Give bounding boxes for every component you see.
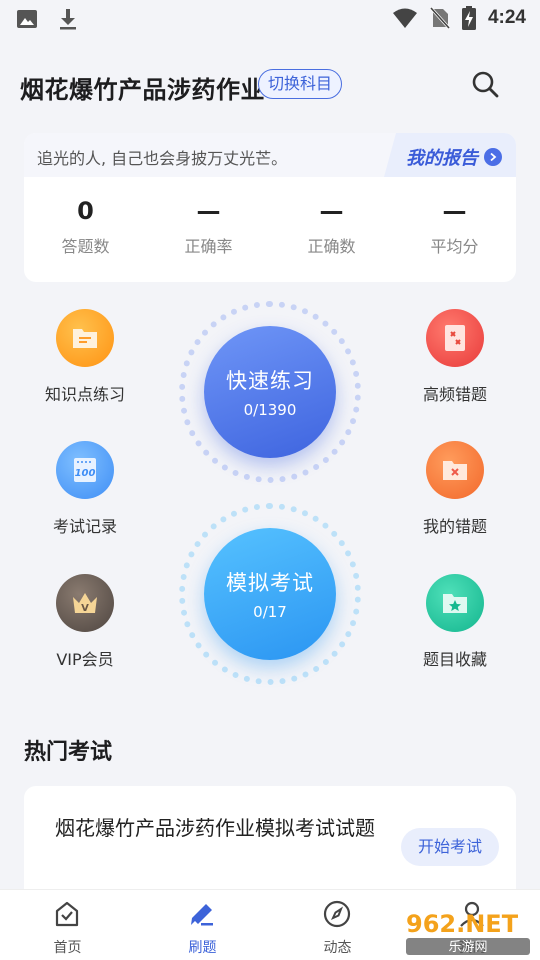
switch-subject-button[interactable]: 切换科目 bbox=[258, 69, 343, 99]
stat-answered: 0 答题数 bbox=[24, 195, 147, 257]
knowledge-practice-button[interactable]: 知识点练习 bbox=[20, 309, 150, 405]
svg-text:100: 100 bbox=[75, 468, 96, 479]
start-exam-button[interactable]: 开始考试 bbox=[401, 828, 499, 866]
wifi-icon bbox=[392, 8, 417, 28]
home-check-icon bbox=[55, 901, 79, 927]
vip-member-button[interactable]: V VIP会员 bbox=[20, 574, 150, 670]
nav-practice[interactable]: 刷题 bbox=[135, 890, 270, 960]
site-watermark-logo: 962.NET 乐游网 bbox=[406, 910, 530, 955]
no-sim-icon bbox=[429, 6, 450, 30]
report-card: 追光的人, 自己也会身披万丈光芒。 我的报告 0 答题数 — 正确率 — 正确数… bbox=[24, 133, 516, 282]
mock-exam-button[interactable]: 模拟考试 0/17 bbox=[179, 503, 361, 685]
stat-label: 答题数 bbox=[61, 237, 110, 256]
battery-charging-icon bbox=[461, 6, 476, 30]
quick-practice-button[interactable]: 快速练习 0/1390 bbox=[179, 301, 361, 483]
frequent-errors-button[interactable]: 高频错题 bbox=[390, 309, 520, 405]
exam-records-button[interactable]: 100 考试记录 bbox=[20, 441, 150, 537]
favorites-button[interactable]: 题目收藏 bbox=[390, 574, 520, 670]
feature-label: 高频错题 bbox=[422, 385, 487, 404]
watermark-main: 962.NET bbox=[406, 910, 519, 938]
motto-text: 追光的人, 自己也会身披万丈光芒。 bbox=[37, 149, 288, 168]
nav-home[interactable]: 首页 bbox=[0, 890, 135, 960]
crown-icon: V bbox=[56, 574, 114, 632]
error-book-icon bbox=[426, 309, 484, 367]
status-time: 4:24 bbox=[487, 7, 526, 28]
nav-label: 刷题 bbox=[188, 940, 217, 956]
image-notification-icon bbox=[17, 10, 37, 28]
stat-value: 0 bbox=[77, 197, 94, 225]
watermark-sub: 乐游网 bbox=[448, 940, 487, 955]
feature-label: 我的错题 bbox=[422, 517, 487, 536]
exam-title: 烟花爆竹产品涉药作业模拟考试试题 bbox=[55, 816, 375, 840]
stat-correct: — 正确数 bbox=[270, 195, 393, 257]
my-report-tab[interactable]: 我的报告 bbox=[384, 133, 516, 177]
download-notification-icon bbox=[60, 9, 76, 30]
stat-value: — bbox=[319, 197, 344, 225]
stat-value: — bbox=[196, 197, 221, 225]
chevron-right-icon bbox=[484, 148, 502, 166]
score-sheet-icon: 100 bbox=[56, 441, 114, 499]
header: 烟花爆竹产品涉药作业 切换科目 bbox=[0, 56, 540, 112]
compass-icon bbox=[323, 900, 351, 928]
feature-label: 知识点练习 bbox=[44, 385, 125, 404]
nav-label: 首页 bbox=[53, 940, 82, 956]
stat-accuracy: — 正确率 bbox=[147, 195, 270, 257]
feature-label: VIP会员 bbox=[56, 650, 114, 669]
pen-icon bbox=[191, 904, 213, 926]
search-icon[interactable] bbox=[470, 69, 500, 99]
stat-label: 平均分 bbox=[430, 237, 479, 256]
stat-value: — bbox=[442, 197, 467, 225]
nav-label: 动态 bbox=[323, 940, 352, 956]
stats-row: 0 答题数 — 正确率 — 正确数 — 平均分 bbox=[24, 195, 516, 257]
my-report-label: 我的报告 bbox=[406, 148, 478, 169]
folder-doc-icon bbox=[56, 309, 114, 367]
folder-x-icon bbox=[426, 441, 484, 499]
my-errors-button[interactable]: 我的错题 bbox=[390, 441, 520, 537]
folder-star-icon bbox=[426, 574, 484, 632]
svg-text:V: V bbox=[81, 603, 89, 614]
status-bar: 4:24 bbox=[0, 0, 540, 40]
feature-label: 考试记录 bbox=[52, 517, 117, 536]
stat-average: — 平均分 bbox=[393, 195, 516, 257]
hot-exams-title: 热门考试 bbox=[24, 740, 113, 765]
page-title: 烟花爆竹产品涉药作业 bbox=[20, 76, 265, 104]
feature-label: 题目收藏 bbox=[422, 650, 487, 669]
stat-label: 正确数 bbox=[307, 237, 356, 256]
nav-feed[interactable]: 动态 bbox=[270, 890, 405, 960]
stat-label: 正确率 bbox=[184, 237, 233, 256]
